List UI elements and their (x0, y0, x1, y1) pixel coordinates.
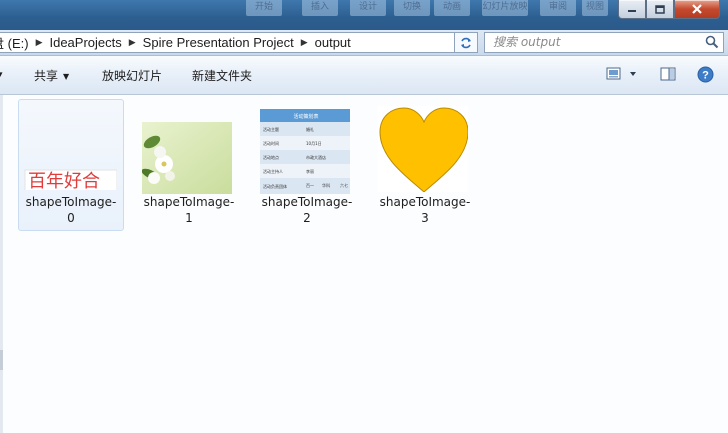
file-name: shapeToImage- 2 (261, 195, 353, 225)
table-cell: 活动地点 (263, 154, 279, 160)
file-name: shapeToImage- 1 (143, 195, 235, 225)
search-input[interactable] (493, 34, 693, 50)
slideshow-button[interactable]: 放映幻灯片 (102, 67, 162, 84)
table-title: 活动策划表 (293, 113, 318, 120)
bg-menu-item: 幻灯片放映 (482, 0, 528, 16)
new-folder-button[interactable]: 新建文件夹 (192, 67, 252, 84)
search-box[interactable] (484, 32, 724, 53)
bg-menu-item: 设计 (350, 0, 386, 16)
table-cell: 婚礼 (306, 126, 314, 132)
window-buttons (618, 0, 720, 19)
title-bar: 开始 插入 设计 切换 动画 幻灯片放映 审阅 视图 (0, 0, 728, 30)
bg-menu-item: 审阅 (540, 0, 576, 16)
table-cell: 市政大酒店 (306, 154, 326, 160)
chevron-down-icon: ▼ (63, 72, 70, 81)
table-cell: 华科 (322, 182, 330, 188)
help-button[interactable]: ? (697, 66, 714, 86)
file-item[interactable]: shapeToImage- 3 (372, 99, 478, 231)
navigation-pane-edge (0, 95, 3, 433)
share-label: 共享 (34, 69, 59, 83)
bg-menu-item: 视图 (582, 0, 608, 16)
file-thumbnail (378, 106, 468, 192)
bg-menu-item: 切换 (394, 0, 430, 16)
table-cell: 活动主题 (263, 126, 279, 132)
file-thumbnail: 百年好合 (24, 169, 117, 190)
background-ribbon: 开始 插入 设计 切换 动画 幻灯片放映 审阅 视图 (238, 0, 608, 18)
file-item[interactable]: 活动策划表 活动主题 婚礼 活动时间 10月1日 活动地点 市政大酒店 活动主持… (254, 99, 360, 231)
table-cell: 李丽 (306, 168, 314, 174)
file-name: shapeToImage- 3 (379, 195, 471, 225)
breadcrumb-spire-project[interactable]: Spire Presentation Project (141, 35, 296, 50)
file-item[interactable]: shapeToImage- 1 (136, 99, 242, 231)
bg-menu-item: 开始 (246, 0, 282, 16)
refresh-button[interactable] (454, 32, 478, 53)
table-cell: 活动主持人 (263, 168, 283, 174)
preview-pane-button[interactable] (660, 67, 676, 84)
file-name: shapeToImage- 0 (25, 195, 117, 225)
thumbnail-text: 百年好合 (28, 171, 100, 190)
maximize-button[interactable] (646, 0, 674, 19)
maximize-icon (655, 4, 665, 14)
preview-pane-icon (660, 67, 676, 81)
address-bar[interactable]: 盘 (E:) ▶ IdeaProjects ▶ Spire Presentati… (0, 32, 475, 53)
close-button[interactable] (674, 0, 720, 19)
file-item[interactable]: 百年好合 shapeToImage- 0 (18, 99, 124, 231)
refresh-icon (461, 37, 471, 48)
toolbar-overflow-caret[interactable]: ▾ (0, 70, 3, 80)
breadcrumb-drive[interactable]: 盘 (E:) (0, 33, 31, 52)
command-toolbar: ▾ 共享 ▼ 放映幻灯片 新建文件夹 ? (0, 56, 728, 95)
breadcrumb-ideaprojects[interactable]: IdeaProjects (47, 35, 123, 50)
bg-menu-item: 动画 (434, 0, 470, 16)
scroll-thumb[interactable] (0, 350, 3, 370)
chevron-right-icon[interactable]: ▶ (124, 37, 141, 48)
view-button[interactable] (606, 67, 640, 84)
breadcrumb-output[interactable]: output (313, 35, 353, 50)
table-cell: 活动负责团体 (263, 183, 287, 189)
chevron-right-icon[interactable]: ▶ (31, 37, 48, 48)
search-icon[interactable] (705, 35, 719, 49)
table-cell: 10月1日 (306, 141, 322, 146)
file-thumbnail: 活动策划表 活动主题 婚礼 活动时间 10月1日 活动地点 市政大酒店 活动主持… (260, 109, 350, 194)
table-cell: 活动时间 (263, 140, 279, 146)
view-icon (606, 67, 636, 80)
table-cell: 百一 (306, 183, 314, 188)
bg-menu-item: 插入 (302, 0, 338, 16)
minimize-button[interactable] (618, 0, 646, 19)
minimize-icon (628, 10, 636, 12)
file-list-pane[interactable]: 百年好合 shapeToImage- 0 shapeToImage- 1 活动策划表 (0, 95, 728, 433)
address-row: 盘 (E:) ▶ IdeaProjects ▶ Spire Presentati… (0, 30, 728, 56)
svg-text:?: ? (702, 70, 709, 82)
close-icon (692, 4, 702, 14)
table-cell: 六七 (340, 182, 348, 188)
help-icon: ? (697, 66, 714, 83)
share-button[interactable]: 共享 ▼ (34, 67, 69, 84)
chevron-right-icon[interactable]: ▶ (296, 37, 313, 48)
